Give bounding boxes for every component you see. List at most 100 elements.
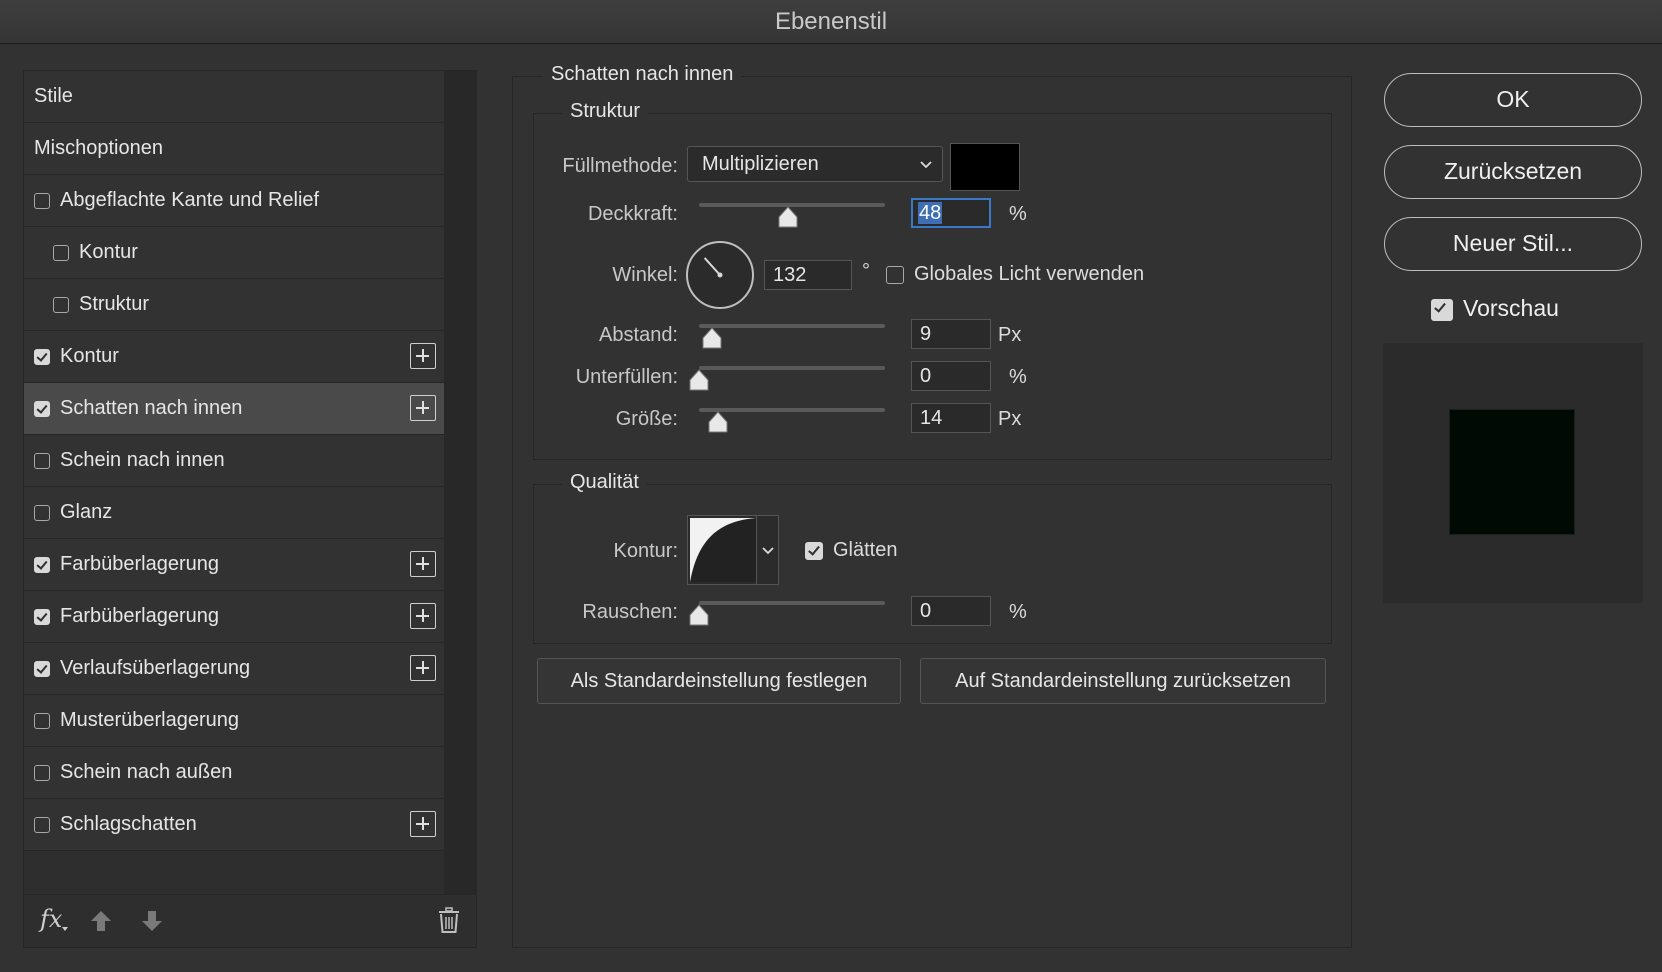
style-item-label: Farbüberlagerung bbox=[60, 553, 219, 575]
style-item[interactable]: Farbüberlagerung bbox=[24, 591, 444, 643]
style-item-checkbox[interactable] bbox=[53, 244, 69, 261]
style-item-checkbox[interactable] bbox=[34, 556, 50, 573]
style-item-checkbox[interactable] bbox=[34, 504, 50, 521]
arrow-down-icon[interactable] bbox=[141, 909, 163, 933]
style-item[interactable]: Kontur bbox=[24, 331, 444, 383]
style-item-label: Verlaufsüberlagerung bbox=[60, 657, 251, 679]
style-item[interactable]: Schlagschatten bbox=[24, 799, 444, 851]
reset-button[interactable]: Zurücksetzen bbox=[1384, 145, 1642, 199]
preview-swatch bbox=[1449, 409, 1575, 535]
global-light-checkbox[interactable] bbox=[886, 266, 904, 284]
preview-label: Vorschau bbox=[1463, 295, 1559, 321]
style-item-label: Schatten nach innen bbox=[60, 397, 243, 419]
style-item[interactable]: Schein nach innen bbox=[24, 435, 444, 487]
trash-icon[interactable] bbox=[438, 907, 460, 933]
noise-slider[interactable] bbox=[699, 601, 885, 605]
style-item-label: Glanz bbox=[60, 501, 113, 523]
distance-label: Abstand: bbox=[599, 324, 678, 346]
structure-group: Struktur Füllmethode: Multiplizieren Dec… bbox=[533, 100, 1332, 460]
style-item[interactable]: Schatten nach innen bbox=[24, 383, 444, 435]
style-item-checkbox[interactable] bbox=[34, 400, 50, 417]
style-item-checkbox[interactable] bbox=[34, 712, 50, 729]
style-item-checkbox[interactable] bbox=[34, 764, 50, 781]
style-item[interactable]: Glanz bbox=[24, 487, 444, 539]
add-effect-button[interactable] bbox=[410, 395, 436, 421]
styles-scrollbar[interactable] bbox=[444, 71, 476, 897]
style-item-checkbox[interactable] bbox=[53, 296, 69, 313]
reset-default-button[interactable]: Auf Standardeinstellung zurücksetzen bbox=[920, 658, 1326, 704]
add-effect-button[interactable] bbox=[410, 603, 436, 629]
add-effect-button[interactable] bbox=[410, 551, 436, 577]
angle-dial[interactable] bbox=[685, 240, 755, 310]
contour-picker[interactable] bbox=[687, 515, 779, 585]
style-item[interactable]: Mischoptionen bbox=[24, 123, 444, 175]
arrow-up-icon[interactable] bbox=[90, 909, 112, 933]
size-input[interactable]: 14 bbox=[911, 403, 991, 433]
angle-input[interactable]: 132 bbox=[764, 260, 852, 290]
distance-slider-thumb[interactable] bbox=[701, 327, 723, 349]
contour-curve-icon bbox=[690, 518, 756, 582]
size-slider-thumb[interactable] bbox=[707, 411, 729, 433]
choke-slider-thumb[interactable] bbox=[688, 369, 710, 391]
chevron-down-icon[interactable] bbox=[762, 547, 774, 555]
make-default-button[interactable]: Als Standardeinstellung festlegen bbox=[537, 658, 901, 704]
size-label: Größe: bbox=[615, 408, 678, 430]
blend-mode-value: Multiplizieren bbox=[702, 153, 819, 175]
style-item-checkbox[interactable] bbox=[34, 816, 50, 833]
style-item[interactable]: Abgeflachte Kante und Relief bbox=[24, 175, 444, 227]
style-item[interactable]: Musterüberlagerung bbox=[24, 695, 444, 747]
blend-mode-select[interactable]: Multiplizieren bbox=[687, 146, 943, 182]
add-effect-button[interactable] bbox=[410, 655, 436, 681]
size-unit: Px bbox=[998, 408, 1022, 430]
angle-label: Winkel: bbox=[612, 264, 678, 286]
style-item-checkbox[interactable] bbox=[34, 192, 50, 209]
style-item-label: Farbüberlagerung bbox=[60, 605, 219, 627]
add-effect-button[interactable] bbox=[410, 343, 436, 369]
style-item[interactable]: Struktur bbox=[24, 279, 444, 331]
preview-checkbox[interactable] bbox=[1431, 299, 1453, 321]
contour-divider bbox=[756, 516, 757, 584]
noise-label: Rauschen: bbox=[582, 601, 678, 623]
opacity-slider-thumb[interactable] bbox=[777, 206, 799, 228]
style-item[interactable]: Schein nach außen bbox=[24, 747, 444, 799]
style-item-checkbox[interactable] bbox=[34, 452, 50, 469]
distance-slider[interactable] bbox=[699, 324, 885, 328]
choke-input[interactable]: 0 bbox=[911, 361, 991, 391]
style-item-label: Struktur bbox=[79, 293, 150, 315]
contour-label: Kontur: bbox=[613, 540, 678, 562]
opacity-label: Deckkraft: bbox=[587, 203, 678, 225]
shadow-color-swatch[interactable] bbox=[950, 143, 1020, 191]
style-item-checkbox[interactable] bbox=[34, 608, 50, 625]
style-item-label: Schein nach innen bbox=[60, 449, 225, 471]
style-preview bbox=[1383, 343, 1643, 603]
noise-slider-thumb[interactable] bbox=[688, 604, 710, 626]
style-item-label: Musterüberlagerung bbox=[60, 709, 239, 731]
antialias-checkbox[interactable] bbox=[805, 542, 823, 560]
inner-shadow-panel: Schatten nach innen Struktur Füllmethode… bbox=[512, 63, 1352, 948]
style-item-label: Abgeflachte Kante und Relief bbox=[60, 189, 320, 211]
structure-title: Struktur bbox=[562, 100, 649, 123]
style-item[interactable]: Kontur bbox=[24, 227, 444, 279]
add-effect-button[interactable] bbox=[410, 811, 436, 837]
angle-unit: ° bbox=[862, 260, 870, 282]
new-style-button[interactable]: Neuer Stil... bbox=[1384, 217, 1642, 271]
style-item-label: Stile bbox=[34, 85, 73, 107]
style-item[interactable]: Stile bbox=[24, 71, 444, 123]
style-item-checkbox[interactable] bbox=[34, 348, 50, 365]
styles-footer: fx bbox=[24, 894, 476, 947]
ok-button[interactable]: OK bbox=[1384, 73, 1642, 127]
noise-input[interactable]: 0 bbox=[911, 596, 991, 626]
style-item[interactable]: Farbüberlagerung bbox=[24, 539, 444, 591]
style-item-label: Kontur bbox=[79, 241, 138, 263]
style-item-checkbox[interactable] bbox=[34, 660, 50, 677]
opacity-value: 48 bbox=[918, 202, 943, 224]
style-item-label: Mischoptionen bbox=[34, 137, 163, 159]
opacity-input[interactable]: 48 bbox=[911, 198, 991, 228]
antialias-label: Glätten bbox=[833, 539, 898, 561]
choke-slider[interactable] bbox=[699, 366, 885, 370]
fx-icon[interactable]: fx bbox=[40, 905, 69, 933]
noise-unit: % bbox=[1009, 601, 1027, 623]
panel-title: Schatten nach innen bbox=[543, 63, 742, 86]
style-item[interactable]: Verlaufsüberlagerung bbox=[24, 643, 444, 695]
distance-input[interactable]: 9 bbox=[911, 319, 991, 349]
